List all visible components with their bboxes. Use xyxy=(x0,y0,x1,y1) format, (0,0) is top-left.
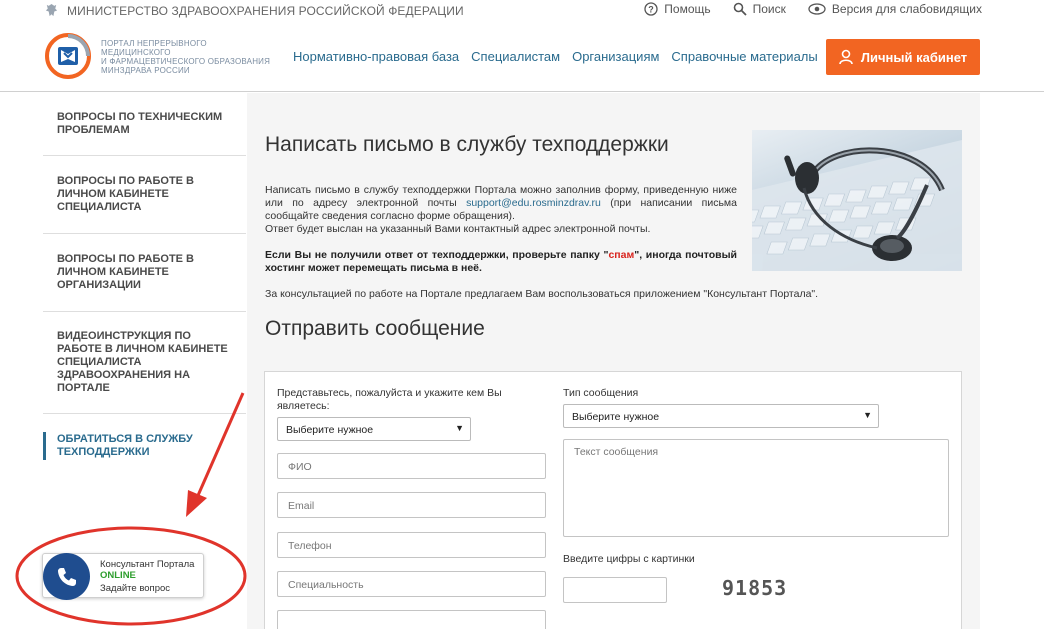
caret-down-icon: ▼ xyxy=(455,423,464,433)
portal-name-line: МЕДИЦИНСКОГО xyxy=(101,48,171,57)
specialty-input[interactable]: Специальность xyxy=(277,571,546,597)
message-type-select[interactable]: Выберите нужное ▼ xyxy=(563,404,879,428)
spam-note: Если Вы не получили ответ от техподдержк… xyxy=(265,249,737,275)
search-label: Поиск xyxy=(752,2,786,16)
nav-item-reference[interactable]: Справочные материалы xyxy=(671,49,817,64)
site-header: ПОРТАЛ НЕПРЕРЫВНОГО МЕДИЦИНСКОГО И ФАРМА… xyxy=(0,22,1044,92)
sidebar-item-video-instructions[interactable]: ВИДЕОИНСТРУКЦИЯ ПО РАБОТЕ В ЛИЧНОМ КАБИН… xyxy=(43,312,246,414)
captcha-label: Введите цифры с картинки xyxy=(563,553,695,565)
support-email-link[interactable]: support@edu.rosminzdrav.ru xyxy=(466,197,601,209)
caret-down-icon: ▼ xyxy=(863,410,872,420)
phone-input[interactable]: Телефон xyxy=(277,532,546,558)
sidebar-item-label: ВОПРОСЫ ПО РАБОТЕ В ЛИЧНОМ КАБИНЕТЕ ОРГА… xyxy=(57,253,195,291)
portal-name-line: И ФАРМАЦЕВТИЧЕСКОГО ОБРАЗОВАНИЯ xyxy=(101,57,271,66)
widget-status: ONLINE xyxy=(100,570,136,581)
portal-name-line: МИНЗДРАВА РОССИИ xyxy=(101,66,190,75)
page-title: Написать письмо в службу техподдержки xyxy=(265,133,669,156)
who-select[interactable]: Выберите нужное ▼ xyxy=(277,417,471,441)
support-form: Представьтесь, пожалуйста и укажите кем … xyxy=(264,371,962,629)
sidebar-item-label: ВОПРОСЫ ПО РАБОТЕ В ЛИЧНОМ КАБИНЕТЕ СПЕЦ… xyxy=(57,175,195,213)
emblem-icon xyxy=(45,3,58,17)
headset-illustration xyxy=(752,140,962,271)
accessibility-link[interactable]: Версия для слабовидящих xyxy=(808,2,982,16)
type-label: Тип сообщения xyxy=(563,387,639,399)
top-bar: МИНИСТЕРСТВО ЗДРАВООХРАНЕНИЯ РОССИЙСКОЙ … xyxy=(0,0,1044,22)
spam-word: спам xyxy=(608,249,635,261)
widget-action: Задайте вопрос xyxy=(100,583,171,594)
annotation-arrow-head xyxy=(186,490,207,517)
intro-text: Написать письмо в службу техподдержки По… xyxy=(265,184,737,236)
sidebar-item-label: ВИДЕОИНСТРУКЦИЯ ПО РАБОТЕ В ЛИЧНОМ КАБИН… xyxy=(57,330,228,394)
who-select-value: Выберите нужное xyxy=(286,424,374,436)
consultant-widget[interactable]: Консультант Портала ONLINE Задайте вопро… xyxy=(42,553,204,600)
captcha-image: 91853 xyxy=(722,576,788,600)
portal-name-line: ПОРТАЛ НЕПРЕРЫВНОГО xyxy=(101,39,207,48)
personal-cabinet-button[interactable]: Личный кабинет xyxy=(826,39,980,75)
portal-logo-icon[interactable] xyxy=(44,32,92,80)
nav-item-specialists[interactable]: Специалистам xyxy=(471,49,560,64)
user-icon xyxy=(839,49,853,65)
headset-image xyxy=(752,130,962,271)
type-select-value: Выберите нужное xyxy=(572,411,660,423)
sidebar-item-label: ВОПРОСЫ ПО ТЕХНИЧЕСКИМ ПРОБЛЕМАМ xyxy=(57,111,223,136)
ministry-title: МИНИСТЕРСТВО ЗДРАВООХРАНЕНИЯ РОССИЙСКОЙ … xyxy=(67,3,464,18)
intro-reply: Ответ будет выслан на указанный Вами кон… xyxy=(265,223,651,235)
message-textarea[interactable]: Текст сообщения xyxy=(563,439,949,537)
help-icon: ? xyxy=(644,2,658,16)
phone-icon xyxy=(43,553,90,600)
search-icon xyxy=(733,2,747,16)
sidebar-item-support[interactable]: ОБРАТИТЬСЯ В СЛУЖБУ ТЕХПОДДЕРЖКИ xyxy=(43,432,246,460)
portal-name: ПОРТАЛ НЕПРЕРЫВНОГО МЕДИЦИНСКОГО И ФАРМА… xyxy=(101,39,276,75)
next-input[interactable] xyxy=(277,610,546,629)
consultant-note: За консультацией по работе на Портале пр… xyxy=(265,288,819,300)
nav-item-legal[interactable]: Нормативно-правовая база xyxy=(293,49,459,64)
fio-input[interactable]: ФИО xyxy=(277,453,546,479)
captcha-input[interactable] xyxy=(563,577,667,603)
sidebar-item-specialist-cabinet[interactable]: ВОПРОСЫ ПО РАБОТЕ В ЛИЧНОМ КАБИНЕТЕ СПЕЦ… xyxy=(43,156,246,234)
note-part: Если Вы не получили ответ от техподдержк… xyxy=(265,249,609,261)
form-title: Отправить сообщение xyxy=(265,317,485,340)
ministry-link[interactable]: МИНИСТЕРСТВО ЗДРАВООХРАНЕНИЯ РОССИЙСКОЙ … xyxy=(44,3,464,18)
nav-item-organizations[interactable]: Организациям xyxy=(572,49,659,64)
sidebar-item-tech-problems[interactable]: ВОПРОСЫ ПО ТЕХНИЧЕСКИМ ПРОБЛЕМАМ xyxy=(43,93,246,156)
main-nav: Нормативно-правовая база Специалистам Ор… xyxy=(293,49,818,64)
cabinet-label: Личный кабинет xyxy=(860,49,968,65)
email-input[interactable]: Email xyxy=(277,492,546,518)
eye-icon xyxy=(808,3,826,15)
who-label: Представьтесь, пожалуйста и укажите кем … xyxy=(277,387,502,412)
sidebar-item-label: ОБРАТИТЬСЯ В СЛУЖБУ ТЕХПОДДЕРЖКИ xyxy=(57,433,193,458)
sidebar: ВОПРОСЫ ПО ТЕХНИЧЕСКИМ ПРОБЛЕМАМ ВОПРОСЫ… xyxy=(43,93,246,460)
main-content: Написать письмо в службу техподдержки На… xyxy=(247,93,980,629)
sidebar-item-organization-cabinet[interactable]: ВОПРОСЫ ПО РАБОТЕ В ЛИЧНОМ КАБИНЕТЕ ОРГА… xyxy=(43,234,246,312)
help-label: Помощь xyxy=(664,2,711,16)
search-link[interactable]: Поиск xyxy=(733,2,786,16)
svg-text:?: ? xyxy=(649,5,655,15)
help-link[interactable]: ? Помощь xyxy=(644,2,711,16)
accessibility-label: Версия для слабовидящих xyxy=(831,2,982,16)
